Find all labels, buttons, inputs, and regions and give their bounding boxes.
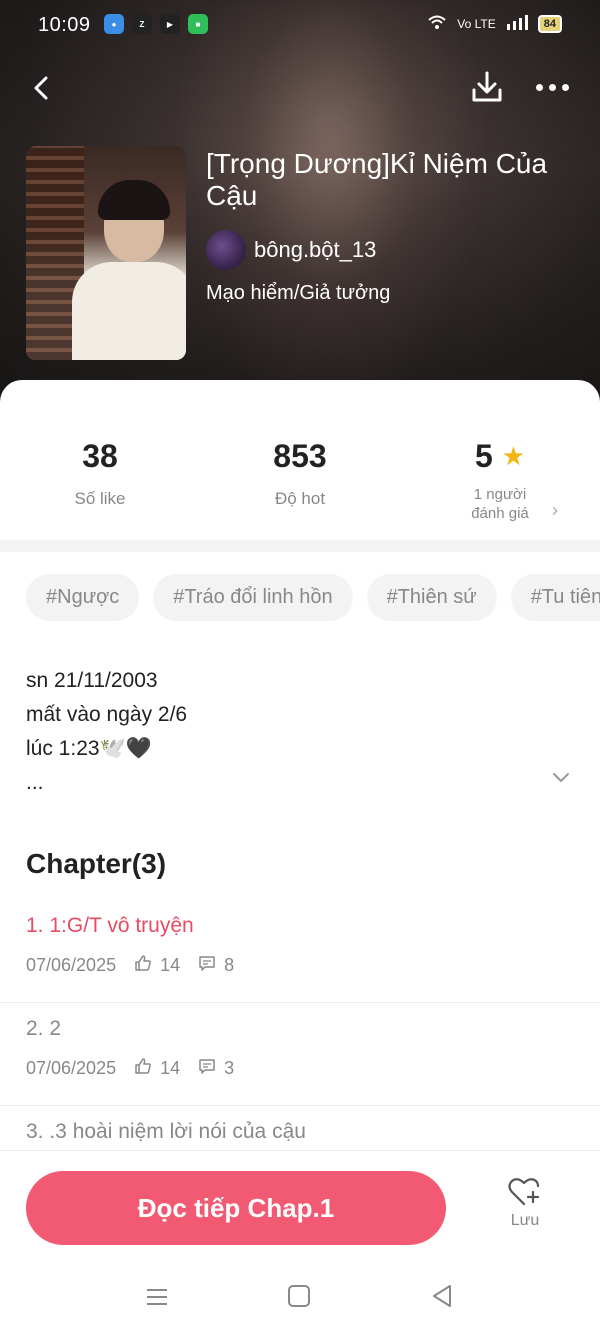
- comment-icon: [198, 1057, 216, 1080]
- chapter-comments: 3: [224, 1058, 235, 1078]
- chapter-name: 3. .3 hoài niệm lời nói của cậu: [26, 1120, 306, 1143]
- stats-row: 38 Số like 853 Độ hot 5 ★ 1 người đánh g…: [0, 380, 600, 540]
- back-nav-icon[interactable]: [430, 1283, 454, 1309]
- story-description: sn 21/11/2003 mất vào ngày 2/6 lúc 1:23🕊…: [26, 664, 187, 800]
- author-name: bông.bột_13: [254, 237, 377, 262]
- thumbs-up-icon: [134, 1057, 152, 1080]
- chevron-right-icon[interactable]: ›: [552, 500, 558, 521]
- star-icon: ★: [501, 441, 525, 471]
- rating-value: 5: [475, 438, 493, 474]
- tag-chip[interactable]: #Tu tiên: [510, 574, 600, 621]
- bottom-action-bar: Đọc tiếp Chap.1 Lưu: [0, 1150, 600, 1334]
- status-time: 10:09: [38, 14, 91, 36]
- chapter-date: 07/06/2025: [26, 1058, 117, 1078]
- content-sheet: 38 Số like 853 Độ hot 5 ★ 1 người đánh g…: [0, 380, 600, 1334]
- story-cover-image: [26, 146, 186, 360]
- author-avatar: [206, 230, 246, 270]
- story-genre: Mạo hiểm/Giả tưởng: [206, 282, 391, 304]
- save-label: Lưu: [510, 1212, 540, 1229]
- heart-plus-icon: [508, 1178, 542, 1211]
- likes-value: 38: [82, 438, 118, 474]
- home-icon[interactable]: [288, 1285, 310, 1307]
- save-button[interactable]: Lưu: [500, 1177, 550, 1230]
- more-options-icon[interactable]: [536, 84, 569, 91]
- network-label: Vo LTE: [457, 16, 496, 31]
- chapter-name: 1. 1:G/T vô truyện: [26, 914, 194, 937]
- youtube-icon: ▶: [160, 14, 180, 34]
- back-icon[interactable]: [24, 70, 60, 106]
- signal-icon: [506, 14, 528, 33]
- chapter-heading: Chapter(3): [26, 848, 167, 879]
- likes-stat: 38 Số like: [0, 438, 200, 509]
- chevron-down-icon[interactable]: [550, 766, 572, 788]
- rating-stat[interactable]: 5 ★ 1 người đánh giá: [400, 438, 600, 523]
- chapter-likes: 14: [160, 955, 181, 975]
- continue-reading-button[interactable]: Đọc tiếp Chap.1: [26, 1171, 446, 1245]
- tag-chip[interactable]: #Ngược: [26, 574, 140, 621]
- tag-list: #Ngược #Tráo đổi linh hồn #Thiên sứ #Tu …: [26, 574, 600, 621]
- comment-icon: [198, 954, 216, 977]
- story-title: [Trọng Dương]Kỉ Niệm Của Cậu: [206, 148, 548, 211]
- description-line: lúc 1:23🕊️🖤: [26, 737, 152, 760]
- hot-stat: 853 Độ hot: [200, 438, 400, 509]
- likes-label: Số like: [74, 489, 126, 508]
- battery-icon: 84: [537, 14, 562, 33]
- download-icon[interactable]: [468, 68, 506, 106]
- rating-label-line2: đánh giá: [471, 505, 529, 522]
- description-line: sn 21/11/2003: [26, 669, 158, 692]
- chapter-date: 07/06/2025: [26, 955, 117, 975]
- top-toolbar: [0, 64, 600, 114]
- rating-label-line1: 1 người: [473, 486, 527, 503]
- messenger-icon: ●: [104, 14, 124, 34]
- section-divider: [0, 540, 600, 552]
- chapter-name: 2. 2: [26, 1017, 62, 1040]
- wifi-icon: [427, 14, 447, 33]
- messages-icon: ■: [188, 14, 208, 34]
- chapter-likes: 14: [160, 1058, 181, 1078]
- tag-chip[interactable]: #Tráo đổi linh hồn: [153, 574, 353, 621]
- hot-label: Độ hot: [274, 489, 326, 508]
- description-line: mất vào ngày 2/6: [26, 703, 188, 726]
- thumbs-up-icon: [134, 954, 152, 977]
- menu-icon[interactable]: [146, 1287, 168, 1307]
- hot-value: 853: [273, 438, 327, 474]
- status-bar: 10:09 ● Z ▶ ■ Vo LTE 84: [0, 0, 600, 52]
- zalo-icon: Z: [132, 14, 152, 34]
- tag-chip[interactable]: #Thiên sứ: [366, 574, 497, 621]
- author-link[interactable]: bông.bột_13: [206, 230, 376, 270]
- chapter-comments: 8: [224, 955, 235, 975]
- description-line: ...: [26, 771, 44, 794]
- system-nav-bar: [0, 1273, 600, 1333]
